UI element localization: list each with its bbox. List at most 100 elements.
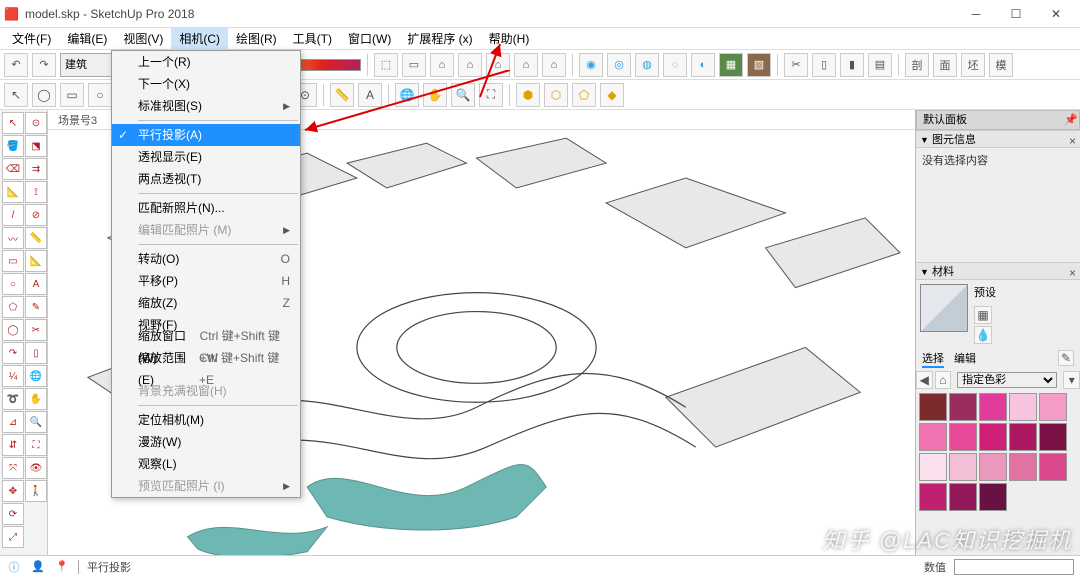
material-swatch[interactable] bbox=[919, 483, 947, 511]
current-material-swatch[interactable] bbox=[920, 284, 968, 332]
palette-tool[interactable]: ➰ bbox=[2, 388, 24, 410]
menu-item[interactable]: 缩放(Z)Z bbox=[112, 292, 300, 314]
palette-tool[interactable]: ⤧ bbox=[2, 457, 24, 479]
menu-扩展程序[interactable]: 扩展程序 (x) bbox=[399, 28, 480, 49]
palette-tool[interactable]: 📐 bbox=[25, 250, 47, 272]
material-swatch[interactable] bbox=[979, 453, 1007, 481]
palette-tool[interactable]: ⛶ bbox=[25, 434, 47, 456]
material-swatch[interactable] bbox=[919, 393, 947, 421]
menu-item[interactable]: 缩放范围(E)Ctrl 键+Shift 键+E bbox=[112, 358, 300, 380]
material-swatch[interactable] bbox=[979, 483, 1007, 511]
material-swatch[interactable] bbox=[1009, 453, 1037, 481]
materials-back-button[interactable]: ◀ bbox=[916, 371, 933, 389]
material-swatch[interactable] bbox=[1039, 453, 1067, 481]
menu-item[interactable]: 透视显示(E) bbox=[112, 146, 300, 168]
palette-tool[interactable]: ⬔ bbox=[25, 135, 47, 157]
solid-button[interactable]: ◆ bbox=[600, 83, 624, 107]
menu-文件[interactable]: 文件(F) bbox=[4, 28, 59, 49]
palette-tool[interactable]: ⊙ bbox=[25, 112, 47, 134]
palette-tool[interactable]: 👁 bbox=[25, 457, 47, 479]
palette-tool[interactable]: ⊿ bbox=[2, 411, 24, 433]
minimize-button[interactable]: ─ bbox=[956, 0, 996, 28]
material-swatch[interactable] bbox=[1039, 423, 1067, 451]
material-swatch[interactable] bbox=[949, 453, 977, 481]
material-sample-button[interactable]: 💧 bbox=[974, 326, 992, 344]
palette-tool[interactable]: 📐 bbox=[2, 181, 24, 203]
right-view-button[interactable]: ⌂ bbox=[542, 53, 566, 77]
palette-tool[interactable]: ⤢ bbox=[2, 526, 24, 548]
material-swatch[interactable] bbox=[919, 423, 947, 451]
cjk-btn-1[interactable]: 剖 bbox=[905, 53, 929, 77]
palette-tool[interactable]: ✎ bbox=[25, 296, 47, 318]
style-back-button[interactable]: ◎ bbox=[607, 53, 631, 77]
style-shade-button[interactable]: ◐ bbox=[691, 53, 715, 77]
tool-lasso-button[interactable]: ◯ bbox=[32, 83, 56, 107]
material-eyedrop-icon[interactable]: ✎ bbox=[1058, 350, 1074, 366]
tool-circle-button[interactable]: ○ bbox=[88, 83, 112, 107]
cjk-btn-3[interactable]: 坯 bbox=[961, 53, 985, 77]
menu-item[interactable]: 上一个(R) bbox=[112, 51, 300, 73]
materials-home-button[interactable]: ⌂ bbox=[935, 371, 952, 389]
palette-tool[interactable]: 🌐 bbox=[25, 365, 47, 387]
materials-set-select[interactable]: 指定色彩 bbox=[957, 372, 1057, 388]
menu-item[interactable]: 匹配新照片(N)... bbox=[112, 197, 300, 219]
palette-tool[interactable]: ¼ bbox=[2, 365, 24, 387]
menu-item[interactable]: 平行投影(A) bbox=[112, 124, 300, 146]
status-info-icon[interactable]: ⓘ bbox=[6, 559, 22, 575]
material-swatch[interactable] bbox=[1009, 393, 1037, 421]
palette-tool[interactable]: 🪣 bbox=[2, 135, 24, 157]
style-xray-button[interactable]: ◉ bbox=[579, 53, 603, 77]
tool-rect-button[interactable]: ▭ bbox=[60, 83, 84, 107]
palette-tool[interactable]: ✂ bbox=[25, 319, 47, 341]
palette-tool[interactable]: ⇉ bbox=[25, 158, 47, 180]
palette-tool[interactable]: ⬠ bbox=[2, 296, 24, 318]
menu-窗口[interactable]: 窗口(W) bbox=[340, 28, 399, 49]
menu-item[interactable]: 转动(O)O bbox=[112, 248, 300, 270]
material-create-button[interactable]: ▦ bbox=[974, 306, 992, 324]
style-tex-button[interactable]: ▦ bbox=[719, 53, 743, 77]
undo-button[interactable]: ↶ bbox=[4, 53, 28, 77]
palette-tool[interactable]: 🚶 bbox=[25, 480, 47, 502]
section-display-button[interactable]: ▯ bbox=[812, 53, 836, 77]
tray-pin-icon[interactable]: 📌 bbox=[1063, 110, 1079, 130]
menu-item[interactable]: 漫游(W) bbox=[112, 431, 300, 453]
menu-item[interactable]: 下一个(X) bbox=[112, 73, 300, 95]
section-fill-button[interactable]: ▤ bbox=[868, 53, 892, 77]
material-swatch[interactable] bbox=[919, 453, 947, 481]
style-mono-button[interactable]: ▧ bbox=[747, 53, 771, 77]
menu-编辑[interactable]: 编辑(E) bbox=[59, 28, 115, 49]
palette-tool[interactable]: ↖ bbox=[2, 112, 24, 134]
menu-item[interactable]: 两点透视(T) bbox=[112, 168, 300, 190]
material-swatch[interactable] bbox=[949, 423, 977, 451]
menu-item[interactable]: 平移(P)H bbox=[112, 270, 300, 292]
extwarehouse-button[interactable]: ⬡ bbox=[544, 83, 568, 107]
materials-tab-edit[interactable]: 编辑 bbox=[954, 350, 976, 368]
default-tray-header[interactable]: 默认面板 📌 bbox=[916, 110, 1080, 130]
palette-tool[interactable]: ⟳ bbox=[2, 503, 24, 525]
materials-menu-button[interactable]: ▾ bbox=[1063, 371, 1080, 389]
tool-select-button[interactable]: ↖ bbox=[4, 83, 28, 107]
palette-tool[interactable]: 📏 bbox=[25, 227, 47, 249]
menu-item[interactable]: 定位相机(M) bbox=[112, 409, 300, 431]
material-swatch[interactable] bbox=[949, 393, 977, 421]
redo-button[interactable]: ↷ bbox=[32, 53, 56, 77]
palette-tool[interactable]: ▯ bbox=[25, 342, 47, 364]
layout-button[interactable]: ⬠ bbox=[572, 83, 596, 107]
palette-tool[interactable]: ▭ bbox=[2, 250, 24, 272]
material-swatch[interactable] bbox=[1009, 423, 1037, 451]
palette-tool[interactable]: A bbox=[25, 273, 47, 295]
section-cut-button[interactable]: ▮ bbox=[840, 53, 864, 77]
material-swatch[interactable] bbox=[979, 393, 1007, 421]
palette-tool[interactable]: ⊘ bbox=[25, 204, 47, 226]
material-swatch[interactable] bbox=[1039, 393, 1067, 421]
style-wire-button[interactable]: ◍ bbox=[635, 53, 659, 77]
close-button[interactable]: ✕ bbox=[1036, 0, 1076, 28]
cjk-btn-4[interactable]: 模 bbox=[989, 53, 1013, 77]
cjk-btn-2[interactable]: 面 bbox=[933, 53, 957, 77]
palette-tool[interactable]: / bbox=[2, 204, 24, 226]
value-input[interactable] bbox=[954, 559, 1074, 575]
menu-item[interactable]: 观察(L) bbox=[112, 453, 300, 475]
palette-tool[interactable]: ◯ bbox=[2, 319, 24, 341]
palette-tool[interactable]: 〰 bbox=[2, 227, 24, 249]
palette-tool[interactable]: ↷ bbox=[2, 342, 24, 364]
